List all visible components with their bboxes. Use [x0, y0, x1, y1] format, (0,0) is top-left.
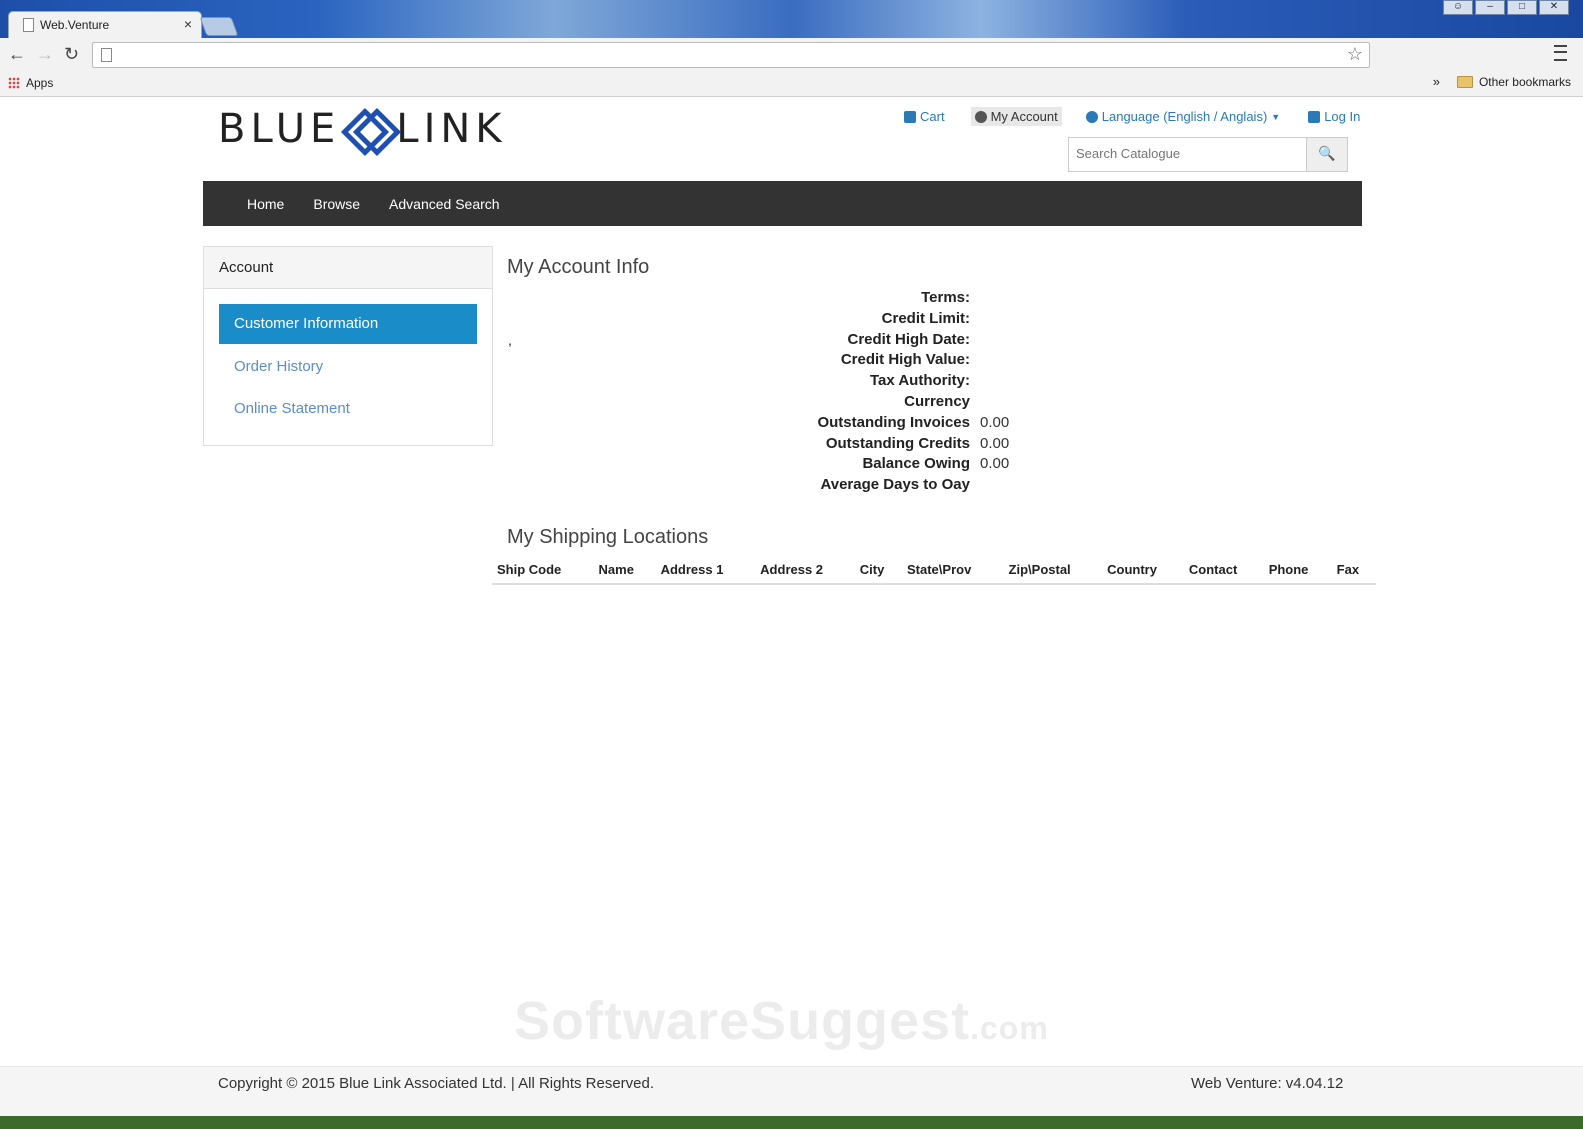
col-contact[interactable]: Contact — [1183, 560, 1264, 585]
user-icon[interactable]: ☺ — [1443, 0, 1473, 15]
maximize-icon[interactable]: □ — [1507, 0, 1537, 15]
sidebar-item-order-history[interactable]: Order History — [219, 347, 477, 387]
caret-down-icon: ▼ — [1271, 111, 1281, 122]
table-header-row: Ship Code Name Address 1 Address 2 City … — [492, 560, 1376, 585]
info-row-credit-high-value: Credit High Value: — [840, 351, 970, 369]
catalogue-search: 🔍 — [1068, 137, 1348, 172]
browser-toolbar: ← → ↻ ☆ — [0, 38, 1583, 71]
cart-label: Cart — [920, 109, 945, 124]
account-info-list: Terms: Credit Limit: Credit High Date: C… — [750, 288, 1009, 496]
page-icon — [101, 48, 112, 62]
col-phone[interactable]: Phone — [1263, 560, 1332, 585]
col-address-1[interactable]: Address 1 — [655, 560, 756, 585]
info-row-terms: Terms: — [921, 289, 970, 306]
nav-advanced-search[interactable]: Advanced Search — [389, 196, 500, 212]
address-bar[interactable]: ☆ — [92, 42, 1370, 68]
folder-icon — [1456, 76, 1473, 88]
info-row-outstanding-credits: Outstanding Credits 0.00 — [825, 434, 1010, 452]
site-footer: Copyright © 2015 Blue Link Associated Lt… — [0, 1066, 1583, 1117]
lock-icon — [1308, 110, 1321, 123]
logo-text-left: BLUE — [218, 106, 341, 152]
other-bookmarks-label: Other bookmarks — [1478, 75, 1571, 89]
account-sidebar: Account Customer Information Order Histo… — [203, 246, 493, 446]
apps-shortcut[interactable]: Apps — [8, 76, 53, 90]
sidebar-item-customer-information[interactable]: Customer Information — [219, 304, 477, 344]
col-city[interactable]: City — [854, 560, 902, 585]
info-row-currency: Currency — [904, 392, 970, 410]
top-links: Cart My Account Language (English / Angl… — [900, 107, 1364, 126]
my-account-link[interactable]: My Account — [970, 107, 1062, 126]
user-icon — [974, 110, 987, 123]
logo-diamond-icon — [341, 107, 402, 157]
logo-text-right: LINK — [396, 106, 507, 152]
apps-grid-icon — [8, 77, 20, 89]
col-zip-postal[interactable]: Zip\Postal — [1003, 560, 1103, 585]
login-link[interactable]: Log In — [1304, 107, 1364, 126]
new-tab-button[interactable] — [199, 17, 239, 36]
col-state-prov[interactable]: State\Prov — [902, 560, 1004, 585]
bookmarks-overflow-icon[interactable]: » — [1433, 74, 1440, 89]
col-fax[interactable]: Fax — [1331, 560, 1376, 585]
shipping-locations-table: Ship Code Name Address 1 Address 2 City … — [492, 560, 1376, 585]
browser-title-bar: Web.Venture × ☺ – □ ✕ — [0, 0, 1583, 39]
account-info-title: My Account Info — [507, 256, 650, 278]
info-row-tax-authority: Tax Authority: — [870, 372, 970, 390]
back-arrow-icon[interactable]: ← — [8, 44, 26, 65]
shipping-locations-title: My Shipping Locations — [507, 526, 709, 548]
other-bookmarks[interactable]: Other bookmarks — [1456, 75, 1571, 89]
desktop-background-strip — [0, 1116, 1583, 1129]
page-icon — [23, 18, 34, 32]
cart-icon — [904, 110, 916, 123]
reload-icon[interactable]: ↻ — [64, 44, 79, 65]
search-icon: 🔍 — [1318, 145, 1336, 161]
nav-home[interactable]: Home — [247, 196, 284, 212]
language-label: Language (English / Anglais) — [1101, 109, 1268, 124]
sidebar-item-online-statement[interactable]: Online Statement — [219, 389, 477, 429]
info-row-credit-limit: Credit Limit: — [881, 309, 970, 327]
tab-title: Web.Venture — [40, 18, 110, 32]
main-nav: Home Browse Advanced Search — [203, 181, 1362, 226]
window-controls: ☺ – □ ✕ — [1441, 0, 1569, 15]
language-dropdown[interactable]: Language (English / Anglais) ▼ — [1082, 107, 1284, 126]
col-name[interactable]: Name — [593, 560, 656, 585]
my-account-label: My Account — [990, 109, 1058, 124]
close-tab-icon[interactable]: × — [184, 16, 192, 32]
bookmark-star-icon[interactable]: ☆ — [1347, 44, 1363, 65]
col-ship-code[interactable]: Ship Code — [492, 560, 594, 585]
info-row-average-days: Average Days to Oay — [820, 476, 970, 494]
browser-tab[interactable]: Web.Venture × — [8, 11, 202, 39]
bookmarks-bar: Apps » Other bookmarks — [0, 71, 1583, 97]
search-button[interactable]: 🔍 — [1306, 138, 1347, 171]
browser-menu-icon[interactable] — [1554, 45, 1567, 61]
info-row-outstanding-invoices: Outstanding Invoices 0.00 — [817, 413, 1010, 431]
sidebar-title: Account — [204, 247, 492, 289]
login-label: Log In — [1324, 109, 1361, 124]
col-address-2[interactable]: Address 2 — [755, 560, 855, 585]
stray-text: , — [508, 332, 512, 348]
minimize-icon[interactable]: – — [1475, 0, 1505, 15]
cart-link[interactable]: Cart — [900, 107, 949, 126]
bluelink-logo[interactable]: BLUE LINK — [218, 106, 507, 157]
search-input[interactable] — [1069, 138, 1302, 169]
apps-label: Apps — [26, 76, 54, 90]
forward-arrow-icon[interactable]: → — [36, 44, 54, 65]
watermark: SoftwareSuggest.com — [514, 991, 1049, 1051]
info-row-credit-high-date: Credit High Date: — [847, 330, 970, 348]
copyright-text: Copyright © 2015 Blue Link Associated Lt… — [218, 1075, 655, 1092]
nav-browse[interactable]: Browse — [313, 196, 360, 212]
close-window-icon[interactable]: ✕ — [1539, 0, 1569, 15]
globe-icon — [1085, 110, 1098, 123]
info-row-balance-owing: Balance Owing 0.00 — [862, 455, 1010, 473]
version-text: Web Venture: v4.04.12 — [1191, 1075, 1344, 1092]
col-country[interactable]: Country — [1102, 560, 1184, 585]
